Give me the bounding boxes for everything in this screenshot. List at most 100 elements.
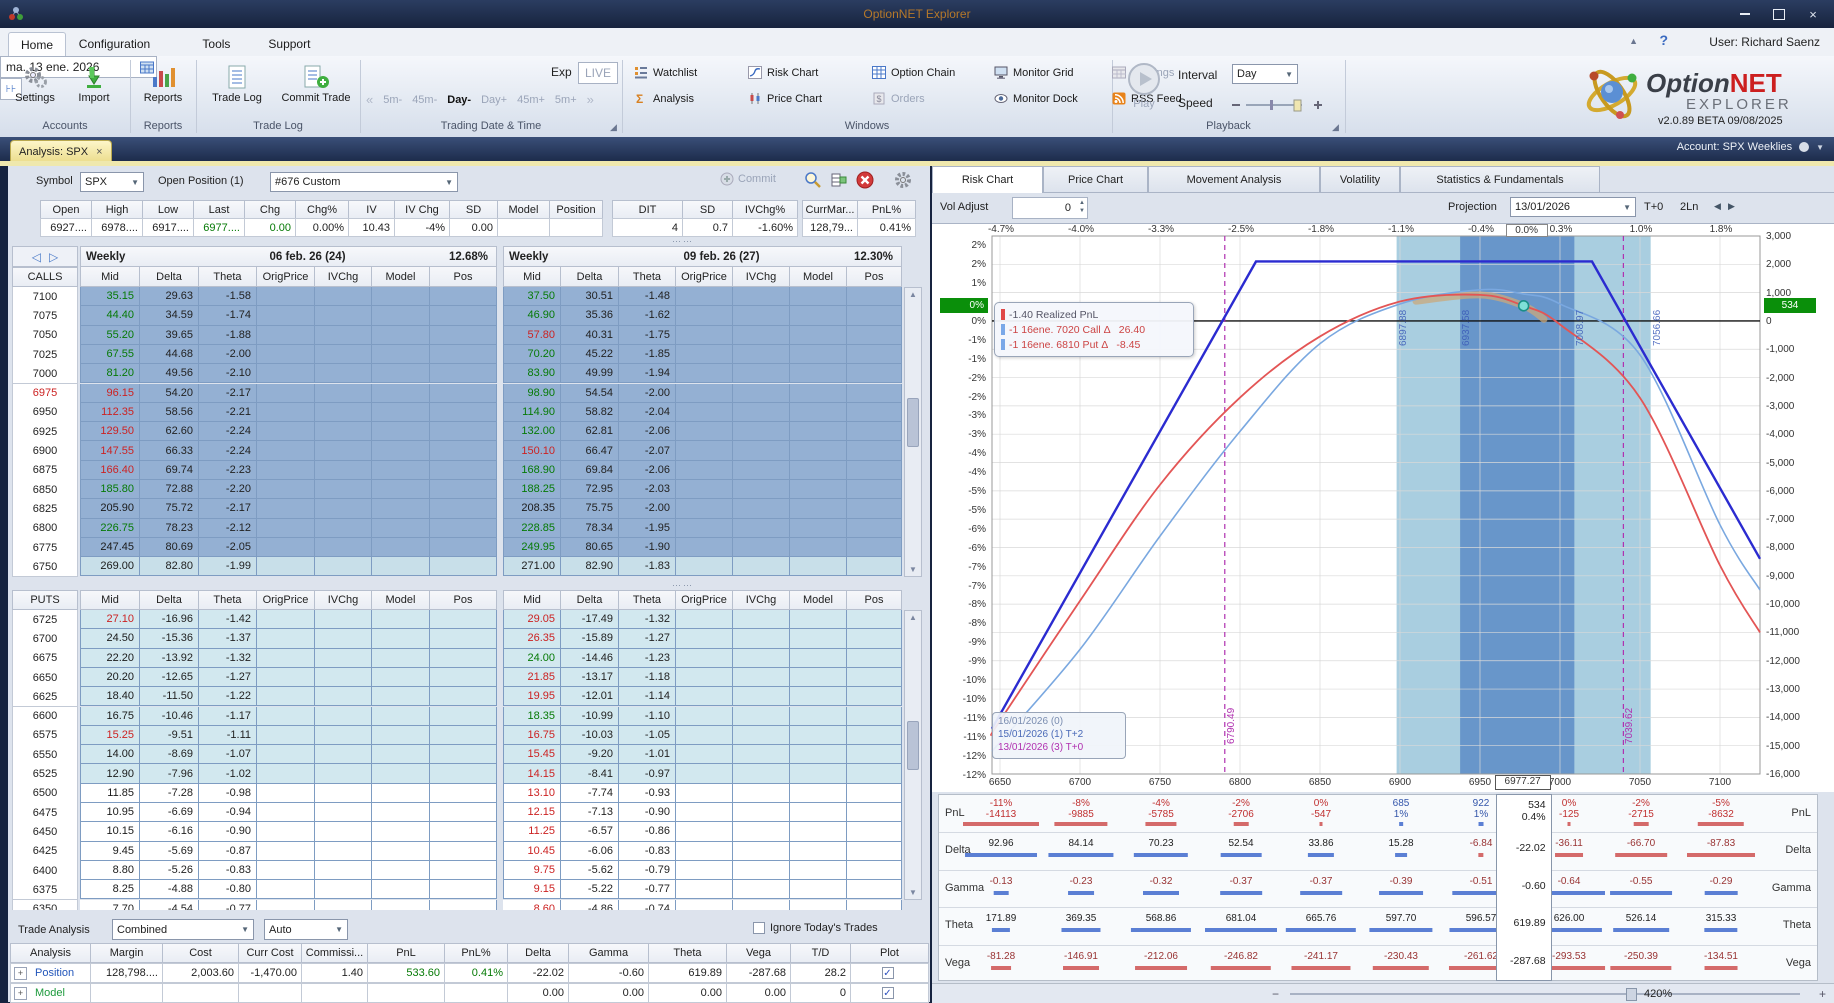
time-step-5mplus[interactable]: 5m+: [555, 94, 577, 106]
puts-row-strike[interactable]: 6600: [12, 706, 78, 727]
puts-row-cell[interactable]: [733, 687, 790, 707]
vol-adjust-input[interactable]: 0 ▲ ▼: [1012, 197, 1088, 219]
puts-row-cell[interactable]: -7.96: [140, 764, 199, 784]
scroll-down-icon[interactable]: ▼: [905, 888, 921, 897]
puts-row-cell[interactable]: [430, 822, 497, 842]
puts-row-cell[interactable]: -1.27: [199, 667, 257, 688]
interval-select[interactable]: Day ▼: [1232, 64, 1298, 84]
puts-row-cell[interactable]: [733, 822, 790, 842]
puts-row-cell[interactable]: [676, 687, 733, 707]
calls-left-colhdr-OrigPrice[interactable]: OrigPrice: [257, 267, 315, 287]
calls-row-cell[interactable]: [847, 383, 902, 403]
puts-row-cell[interactable]: -6.16: [140, 822, 199, 842]
calls-row-cell[interactable]: [315, 383, 372, 403]
puts-row-cell[interactable]: [676, 745, 733, 765]
puts-row-cell[interactable]: [790, 860, 847, 881]
calls-row-strike[interactable]: 6825: [12, 499, 78, 520]
puts-row-cell[interactable]: [733, 803, 790, 823]
plot-checkbox[interactable]: ✓: [881, 967, 894, 979]
calls-row-cell[interactable]: [315, 325, 372, 345]
puts-row-cell[interactable]: 12.90: [80, 764, 140, 784]
calls-row-cell[interactable]: -1.90: [619, 537, 676, 558]
calls-row-cell[interactable]: -2.06: [619, 422, 676, 442]
calls-row-cell[interactable]: -2.17: [199, 499, 257, 519]
puts-row-cell[interactable]: [315, 745, 372, 765]
puts-row-cell[interactable]: -1.14: [619, 687, 676, 707]
puts-row-cell[interactable]: 13.10: [503, 783, 561, 803]
playback-dialog-launcher-icon[interactable]: ◢: [1332, 122, 1339, 133]
calls-row-cell[interactable]: [676, 499, 733, 519]
calls-row-cell[interactable]: 208.35: [503, 499, 561, 519]
puts-row-strike[interactable]: 6700: [12, 629, 78, 650]
calls-row-cell[interactable]: [676, 344, 733, 365]
ribbon-button-trade-log[interactable]: Trade Log: [202, 64, 272, 104]
puts-row-cell[interactable]: -10.99: [561, 706, 619, 726]
calls-row-cell[interactable]: [257, 460, 315, 480]
puts-row-cell[interactable]: 10.45: [503, 841, 561, 861]
projection-ln-mode[interactable]: 2Ln: [1680, 201, 1698, 213]
maximize-button[interactable]: [1762, 4, 1796, 24]
puts-row-cell[interactable]: -6.57: [561, 822, 619, 842]
calls-row-strike[interactable]: 6750: [12, 557, 78, 578]
calls-row-cell[interactable]: [733, 287, 790, 307]
puts-row-cell[interactable]: -14.46: [561, 648, 619, 668]
calls-row-cell[interactable]: [430, 499, 497, 519]
puts-row-cell[interactable]: [257, 667, 315, 688]
calls-row-cell[interactable]: 228.85: [503, 518, 561, 538]
puts-row-cell[interactable]: [790, 803, 847, 823]
puts-row-cell[interactable]: [257, 745, 315, 765]
calls-row-cell[interactable]: [790, 325, 847, 345]
calls-row-cell[interactable]: [430, 325, 497, 345]
calls-row-cell[interactable]: [257, 499, 315, 519]
calls-row-cell[interactable]: [676, 441, 733, 461]
calls-row-cell[interactable]: [847, 287, 902, 307]
puts-row-cell[interactable]: -0.90: [619, 803, 676, 823]
puts-row-cell[interactable]: -6.06: [561, 841, 619, 861]
puts-row-cell[interactable]: [676, 803, 733, 823]
puts-row-cell[interactable]: [315, 764, 372, 784]
calls-row-cell[interactable]: [372, 441, 430, 461]
puts-row-cell[interactable]: [733, 745, 790, 765]
puts-row-cell[interactable]: -0.93: [619, 783, 676, 803]
puts-row-cell[interactable]: [790, 725, 847, 746]
calls-row-cell[interactable]: -1.94: [619, 364, 676, 384]
puts-row-cell[interactable]: -10.46: [140, 706, 199, 726]
time-step-5mminus[interactable]: 5m-: [383, 94, 402, 106]
calls-left-colhdr-Theta[interactable]: Theta: [199, 267, 257, 287]
calls-row-cell[interactable]: 188.25: [503, 480, 561, 500]
calls-row-cell[interactable]: 226.75: [80, 518, 140, 538]
calls-row-cell[interactable]: 114.90: [503, 402, 561, 423]
puts-row-cell[interactable]: [733, 725, 790, 746]
puts-row-strike[interactable]: 6450: [12, 822, 78, 843]
calls-row-cell[interactable]: 62.60: [140, 422, 199, 442]
calls-row-cell[interactable]: [315, 480, 372, 500]
puts-row-cell[interactable]: [372, 764, 430, 784]
calls-row-cell[interactable]: [372, 557, 430, 577]
puts-row-cell[interactable]: [430, 803, 497, 823]
calls-row-cell[interactable]: 57.80: [503, 325, 561, 345]
calls-row-cell[interactable]: [847, 402, 902, 423]
puts-row-cell[interactable]: -0.97: [619, 764, 676, 784]
calls-row-cell[interactable]: -1.99: [199, 557, 257, 577]
calls-row-cell[interactable]: 35.36: [561, 306, 619, 326]
projection-next-icon[interactable]: ▶: [1728, 201, 1735, 212]
puts-row-cell[interactable]: [733, 629, 790, 649]
calls-row-cell[interactable]: [733, 518, 790, 538]
calls-row-cell[interactable]: -2.24: [199, 422, 257, 442]
puts-row-cell[interactable]: [257, 803, 315, 823]
puts-row-cell[interactable]: -1.01: [619, 745, 676, 765]
puts-left-colhdr-Theta[interactable]: Theta: [199, 590, 257, 610]
puts-row-cell[interactable]: [676, 706, 733, 726]
ignore-trades-control[interactable]: Ignore Today's Trades: [753, 922, 878, 934]
calls-row-cell[interactable]: [847, 344, 902, 365]
calls-row-cell[interactable]: -1.48: [619, 287, 676, 307]
calls-row-cell[interactable]: [430, 441, 497, 461]
puts-row-cell[interactable]: [372, 687, 430, 707]
calls-row-cell[interactable]: [315, 364, 372, 384]
calls-row-cell[interactable]: [733, 383, 790, 403]
calls-row-cell[interactable]: 39.65: [140, 325, 199, 345]
calls-row-cell[interactable]: [733, 364, 790, 384]
puts-row-cell[interactable]: [790, 841, 847, 861]
puts-row-cell[interactable]: [733, 667, 790, 688]
puts-row-cell[interactable]: [847, 667, 902, 688]
